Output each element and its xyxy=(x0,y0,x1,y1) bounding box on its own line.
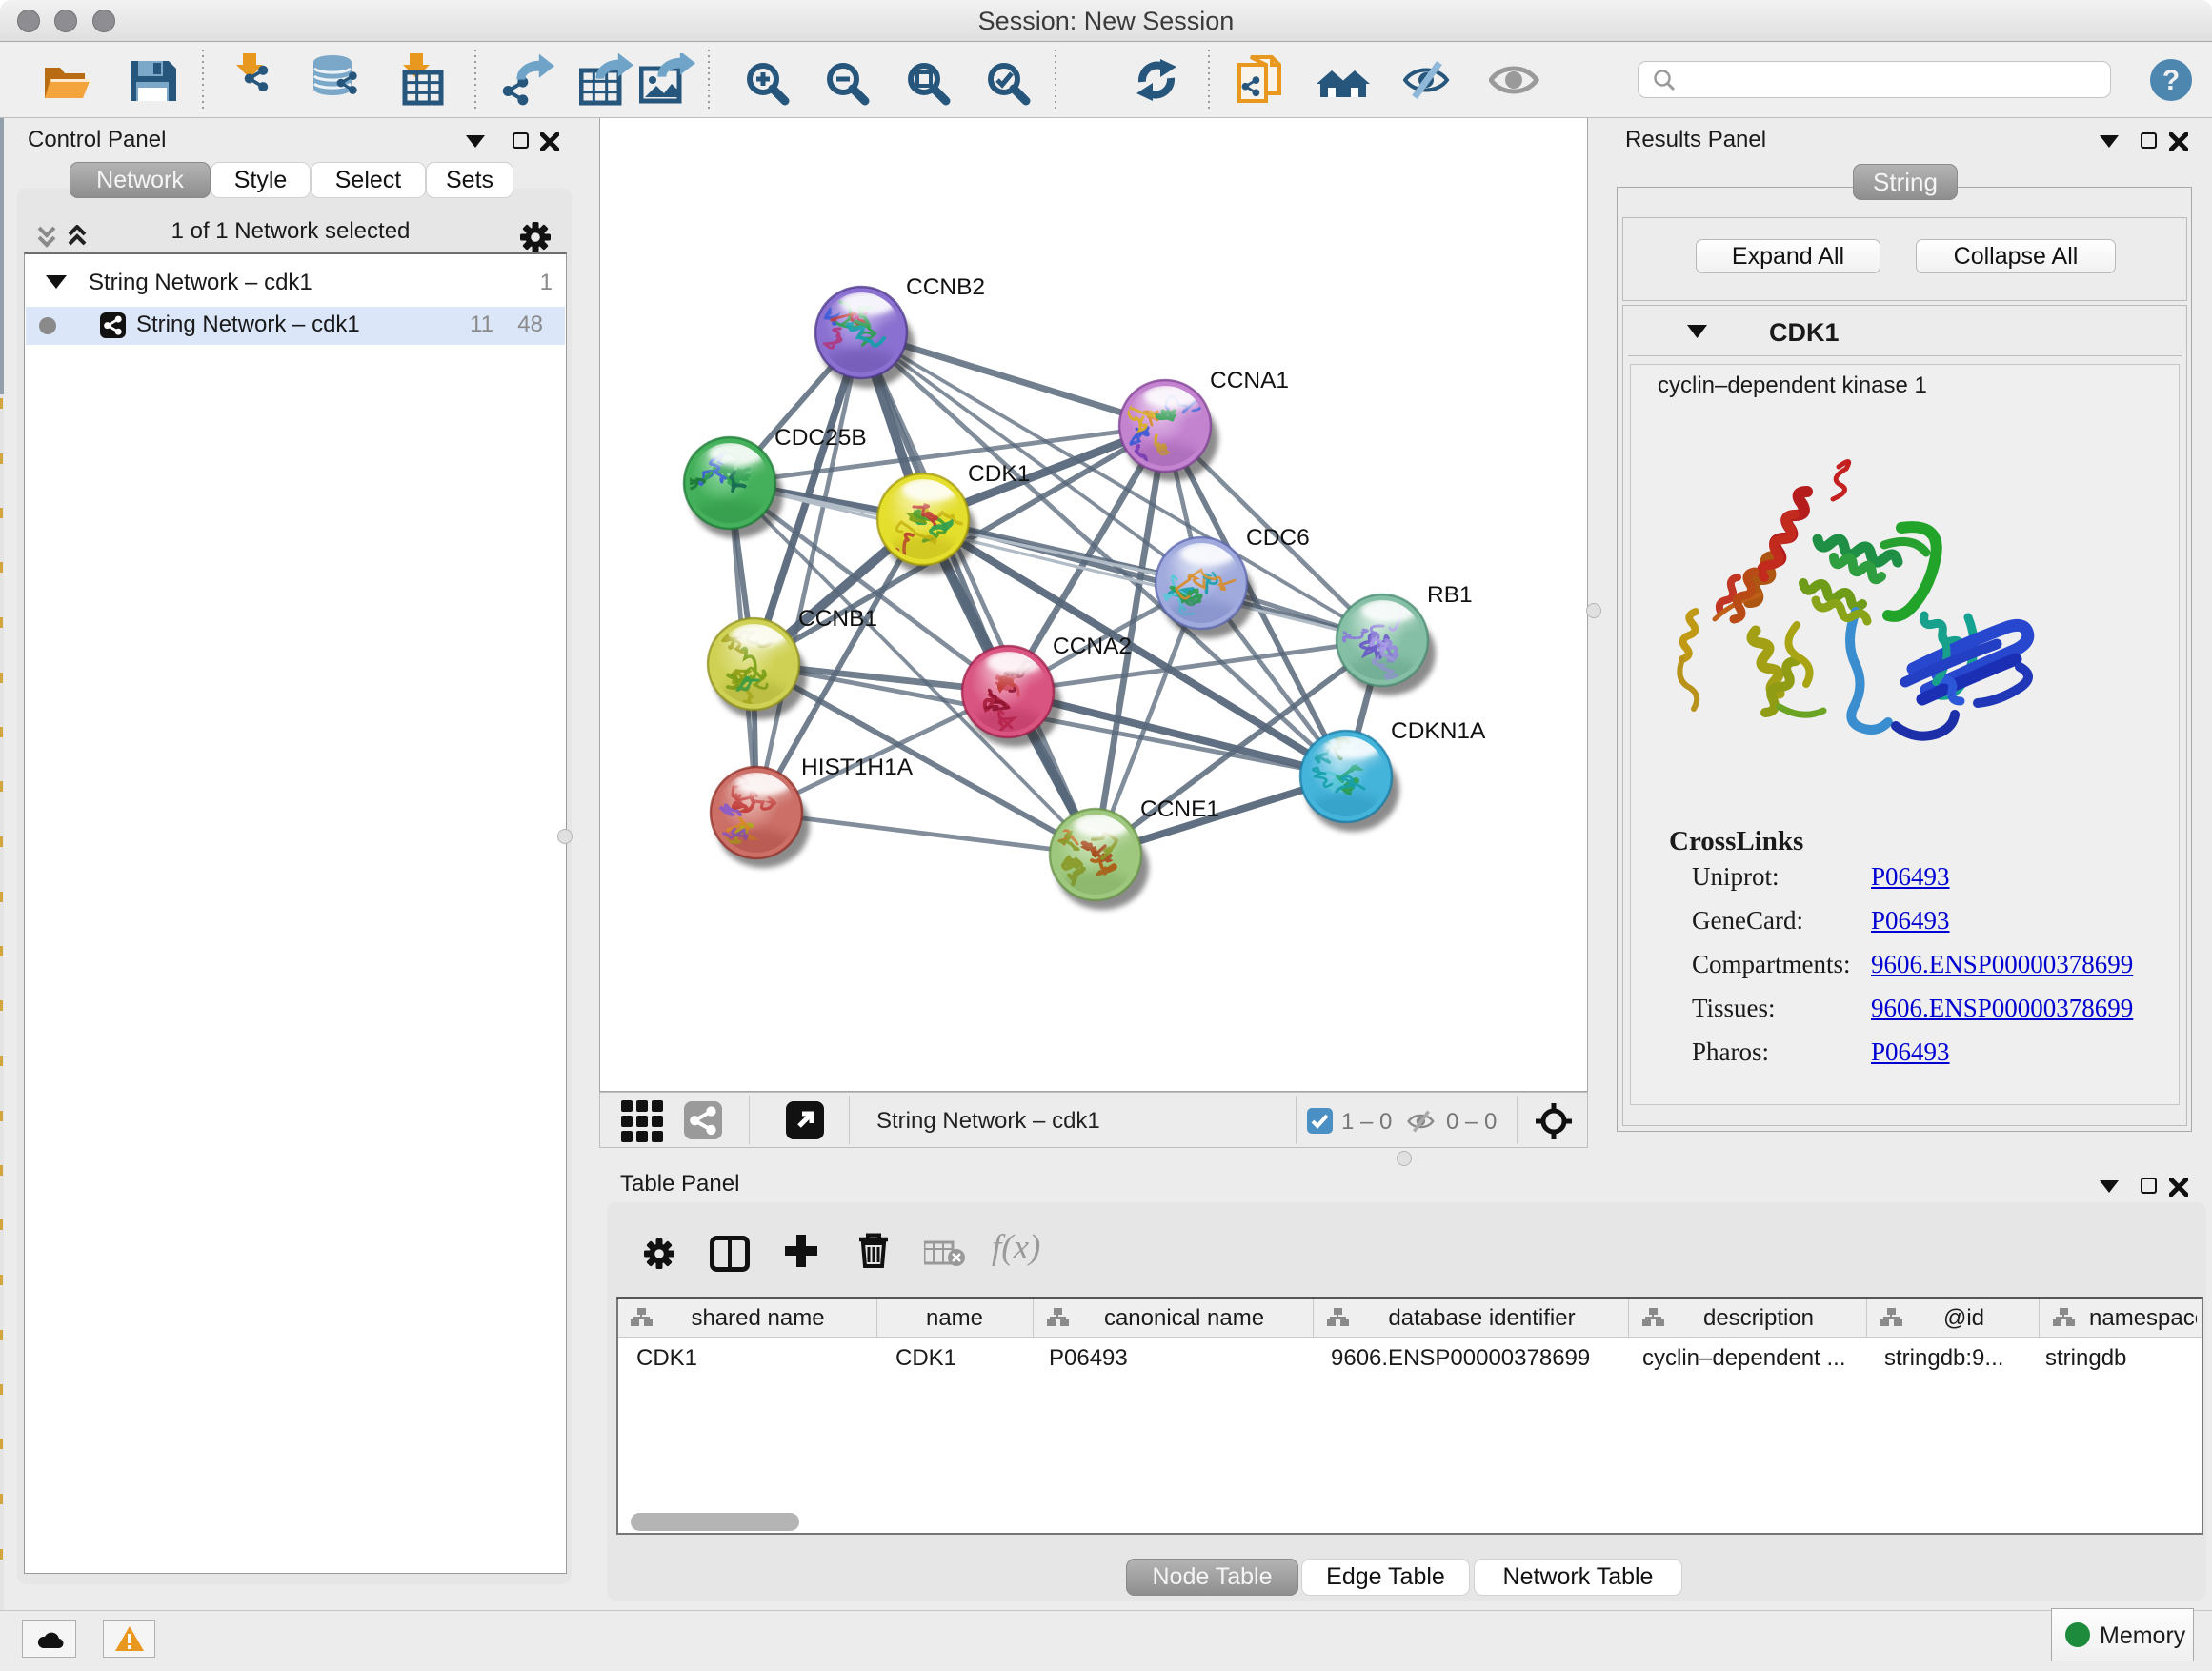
svg-text:CCNA1: CCNA1 xyxy=(1210,368,1289,393)
svg-text:?: ? xyxy=(2162,65,2180,96)
svg-text:CCNB1: CCNB1 xyxy=(798,606,877,632)
svg-text:CDC25B: CDC25B xyxy=(774,425,867,451)
svg-text:CCNE1: CCNE1 xyxy=(1140,796,1219,822)
svg-text:CDC6: CDC6 xyxy=(1246,525,1310,551)
svg-text:CCNB2: CCNB2 xyxy=(906,274,985,300)
svg-text:RB1: RB1 xyxy=(1427,582,1473,608)
svg-text:HIST1H1A: HIST1H1A xyxy=(801,755,914,780)
svg-text:CCNA2: CCNA2 xyxy=(1053,634,1132,659)
svg-text:CDK1: CDK1 xyxy=(968,461,1030,487)
svg-text:CDKN1A: CDKN1A xyxy=(1391,718,1486,744)
